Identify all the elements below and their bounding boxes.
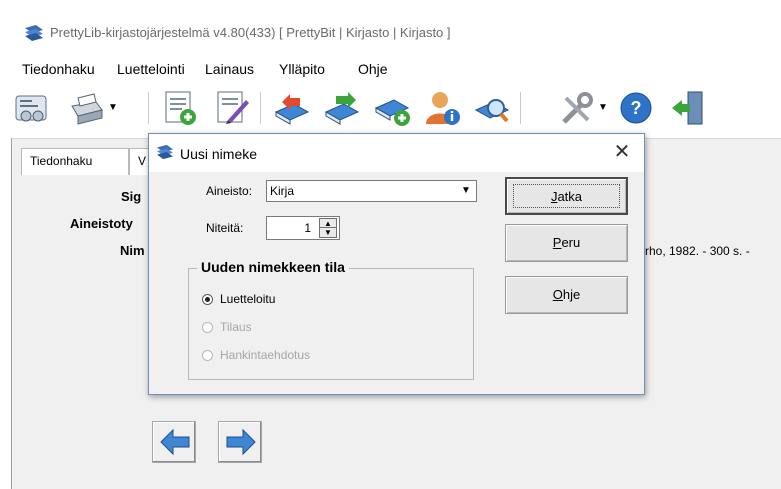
- dialog-title: Uusi nimeke: [180, 146, 258, 162]
- record-description: rho, 1982. - 300 s. -: [645, 244, 750, 258]
- toolbar: ▼ ▼ ?: [0, 82, 781, 134]
- book-return-icon[interactable]: [272, 88, 312, 128]
- group-title: Uuden nimekkeen tila: [197, 259, 349, 275]
- focus-rectangle: [513, 184, 620, 208]
- toolbar-separator: [520, 92, 521, 124]
- app-titlebar: PrettyLib-kirjastojärjestelmä v4.80(433)…: [0, 0, 781, 58]
- menu-luettelointi[interactable]: Luettelointi: [117, 61, 185, 77]
- arrow-left-icon: [160, 428, 190, 456]
- arrow-right-icon: [226, 428, 256, 456]
- borrower-info-icon[interactable]: [422, 88, 462, 128]
- new-title-dialog: Uusi nimeke ✕ Aineisto: Kirja ▼ Niteitä:…: [148, 133, 645, 395]
- help-label: hje: [562, 287, 581, 302]
- close-icon[interactable]: ✕: [610, 140, 634, 164]
- new-title-status-group: Uuden nimekkeen tila Luetteloitu Tilaus …: [188, 259, 474, 380]
- stepper-buttons: ▲ ▼: [319, 218, 337, 238]
- field-label-aineistotyyppi: Aineistoty: [70, 216, 133, 231]
- radio-label: Luetteloitu: [220, 292, 276, 306]
- radio-selected-icon: [202, 294, 213, 305]
- printer-dropdown-icon[interactable]: ▼: [108, 88, 118, 128]
- catalog-card-icon[interactable]: [12, 88, 52, 128]
- next-record-button[interactable]: [218, 421, 262, 463]
- radio-label: Hankintaehdotus: [220, 348, 311, 362]
- cancel-button[interactable]: Peru: [505, 224, 628, 262]
- radio-label: Tilaus: [220, 320, 252, 334]
- niteita-label: Niteitä:: [206, 221, 244, 235]
- edit-record-icon[interactable]: [212, 88, 252, 128]
- radio-icon: [202, 322, 213, 333]
- menu-tiedonhaku[interactable]: Tiedonhaku: [22, 61, 95, 77]
- niteita-stepper[interactable]: 1 ▲ ▼: [266, 216, 340, 240]
- app-title: PrettyLib-kirjastojärjestelmä v4.80(433)…: [50, 25, 451, 40]
- aineisto-label: Aineisto:: [206, 184, 253, 198]
- book-add-icon[interactable]: [372, 88, 412, 128]
- tab-label: Tiedonhaku: [30, 154, 93, 168]
- niteita-value: 1: [304, 221, 311, 235]
- radio-icon: [202, 350, 213, 361]
- stepper-up-icon[interactable]: ▲: [320, 219, 336, 228]
- help-mnemonic: O: [552, 287, 563, 302]
- prettylib-app-icon: [157, 144, 173, 160]
- field-label-signum: Sig: [121, 189, 142, 204]
- aineisto-select[interactable]: Kirja ▼: [266, 180, 477, 202]
- stepper-down-icon[interactable]: ▼: [320, 228, 336, 237]
- cancel-label: eru: [561, 235, 581, 250]
- menu-lainaus[interactable]: Lainaus: [205, 61, 254, 77]
- search-book-icon[interactable]: [472, 88, 512, 128]
- prettylib-app-icon: [25, 25, 43, 41]
- chevron-down-icon[interactable]: ▼: [456, 181, 476, 201]
- tools-dropdown-icon[interactable]: ▼: [598, 88, 608, 128]
- dialog-titlebar[interactable]: Uusi nimeke ✕: [149, 134, 644, 172]
- menu-ohje[interactable]: Ohje: [358, 61, 388, 77]
- new-record-icon[interactable]: [160, 88, 200, 128]
- tab-label: V: [138, 154, 147, 168]
- menu-bar: Tiedonhaku Luettelointi Lainaus Ylläpito…: [0, 58, 781, 82]
- help-icon[interactable]: ?: [616, 88, 656, 128]
- tools-icon[interactable]: [556, 88, 596, 128]
- aineisto-value: Kirja: [270, 184, 295, 198]
- printer-icon[interactable]: [66, 88, 106, 128]
- dialog-body: Aineisto: Kirja ▼ Niteitä: 1 ▲ ▼ Uuden n…: [149, 172, 644, 394]
- tab-tiedonhaku[interactable]: Tiedonhaku: [21, 148, 129, 175]
- previous-record-button[interactable]: [152, 421, 196, 463]
- menu-yllapito[interactable]: Ylläpito: [279, 61, 325, 77]
- continue-button[interactable]: Jatka: [505, 177, 628, 215]
- toolbar-separator: [148, 92, 149, 124]
- svg-text:?: ?: [631, 98, 642, 118]
- exit-icon[interactable]: [668, 88, 708, 128]
- book-loan-icon[interactable]: [322, 88, 362, 128]
- field-label-nimeke: Nim: [120, 243, 145, 258]
- help-button[interactable]: Ohje: [505, 276, 628, 314]
- toolbar-separator: [260, 92, 261, 124]
